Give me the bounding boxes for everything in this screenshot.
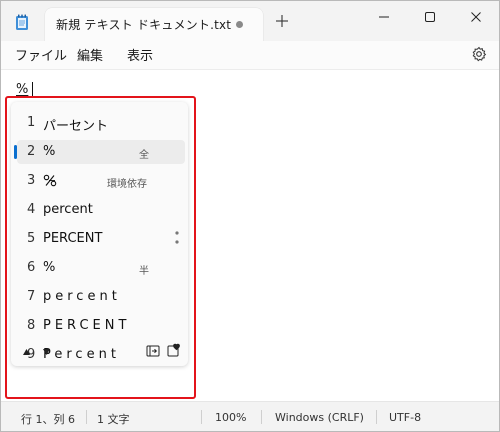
menu-file[interactable]: ファイル xyxy=(13,45,69,64)
editor-composition-text: % xyxy=(16,82,29,97)
status-line-ending[interactable]: Windows (CRLF) xyxy=(275,411,364,424)
gear-icon[interactable] xyxy=(471,46,487,62)
percent-variant-icon xyxy=(43,174,57,187)
status-separator xyxy=(261,410,262,424)
notepad-app-icon xyxy=(16,14,28,30)
text-caret xyxy=(32,82,33,98)
menu-view[interactable]: 表示 xyxy=(125,45,155,64)
ime-candidate[interactable]: 2% 全 xyxy=(14,140,185,164)
close-button[interactable] xyxy=(453,1,499,33)
ime-candidate[interactable]: 6% 半 xyxy=(17,256,185,280)
document-tab[interactable]: 新規 テキスト ドキュメント.txt xyxy=(45,8,263,41)
modified-dot-icon[interactable] xyxy=(236,21,243,28)
scroll-indicator[interactable] xyxy=(175,230,179,246)
candidate-number: 4 xyxy=(27,202,36,217)
close-icon xyxy=(471,12,481,22)
up-arrow-icon[interactable] xyxy=(22,348,31,356)
minimize-button[interactable] xyxy=(361,1,407,33)
menu-bar: ファイル 編集 表示 xyxy=(1,41,499,70)
ime-candidate[interactable]: 3 環境依存 xyxy=(17,169,185,193)
candidate-note: 半 xyxy=(139,266,149,277)
down-arrow-icon[interactable] xyxy=(42,348,51,356)
ime-candidate[interactable]: 5 PERCENT xyxy=(17,227,185,251)
status-separator xyxy=(376,410,377,424)
candidate-note: 全 xyxy=(139,150,149,161)
candidate-number: 5 xyxy=(27,231,36,246)
candidate-text: PERCENT xyxy=(43,231,103,246)
text-editor[interactable]: % 1 パーセント 2% 全 3 環境依存 4 percent 5 PERCENT 6% 半 7 perc… xyxy=(1,70,499,401)
maximize-icon xyxy=(425,12,435,22)
status-zoom[interactable]: 100% xyxy=(215,411,246,424)
maximize-button[interactable] xyxy=(407,1,453,33)
minimize-icon xyxy=(379,16,389,18)
candidate-text: percent xyxy=(43,202,93,217)
candidate-number: 6 xyxy=(27,260,36,275)
notepad-window: 新規 テキスト ドキュメント.txt ファイル 編集 表示 % 1 パーセント … xyxy=(0,0,500,432)
ime-candidate[interactable]: 8 PERCENT xyxy=(17,314,185,338)
selection-indicator xyxy=(14,145,17,159)
candidate-text: % xyxy=(43,260,56,275)
candidate-text: % xyxy=(43,144,56,159)
candidate-text: percent xyxy=(43,289,121,304)
plus-icon[interactable] xyxy=(275,14,289,28)
candidate-text: パーセント xyxy=(43,119,109,134)
ime-candidate[interactable]: 1 パーセント xyxy=(17,111,185,135)
candidate-number: 1 xyxy=(27,115,36,130)
candidate-number: 2 xyxy=(27,144,36,159)
status-separator xyxy=(201,410,202,424)
candidate-text: PERCENT xyxy=(43,318,131,333)
status-separator xyxy=(86,410,87,424)
title-bar: 新規 テキスト ドキュメント.txt xyxy=(1,1,499,41)
ime-candidate[interactable]: 7 percent xyxy=(17,285,185,309)
status-char-count: 1 文字 xyxy=(97,413,130,426)
candidate-note: 環境依存 xyxy=(107,179,147,190)
favorite-icon[interactable] xyxy=(167,343,181,357)
status-bar: 行 1、列 6 1 文字 100% Windows (CRLF) UTF-8 xyxy=(1,401,499,431)
ime-candidate-window: 1 パーセント 2% 全 3 環境依存 4 percent 5 PERCENT 6% 半 7 percen… xyxy=(11,102,188,366)
candidate-number: 3 xyxy=(27,173,36,188)
status-encoding[interactable]: UTF-8 xyxy=(389,411,421,424)
tab-title: 新規 テキスト ドキュメント.txt xyxy=(56,18,232,32)
status-cursor-position: 行 1、列 6 xyxy=(21,413,75,426)
candidate-number: 7 xyxy=(27,289,36,304)
ime-candidate[interactable]: 4 percent xyxy=(17,198,185,222)
candidate-number: 8 xyxy=(27,318,36,333)
expand-table-icon[interactable] xyxy=(146,345,160,357)
candidate-footer xyxy=(11,340,188,364)
menu-edit[interactable]: 編集 xyxy=(75,45,105,64)
